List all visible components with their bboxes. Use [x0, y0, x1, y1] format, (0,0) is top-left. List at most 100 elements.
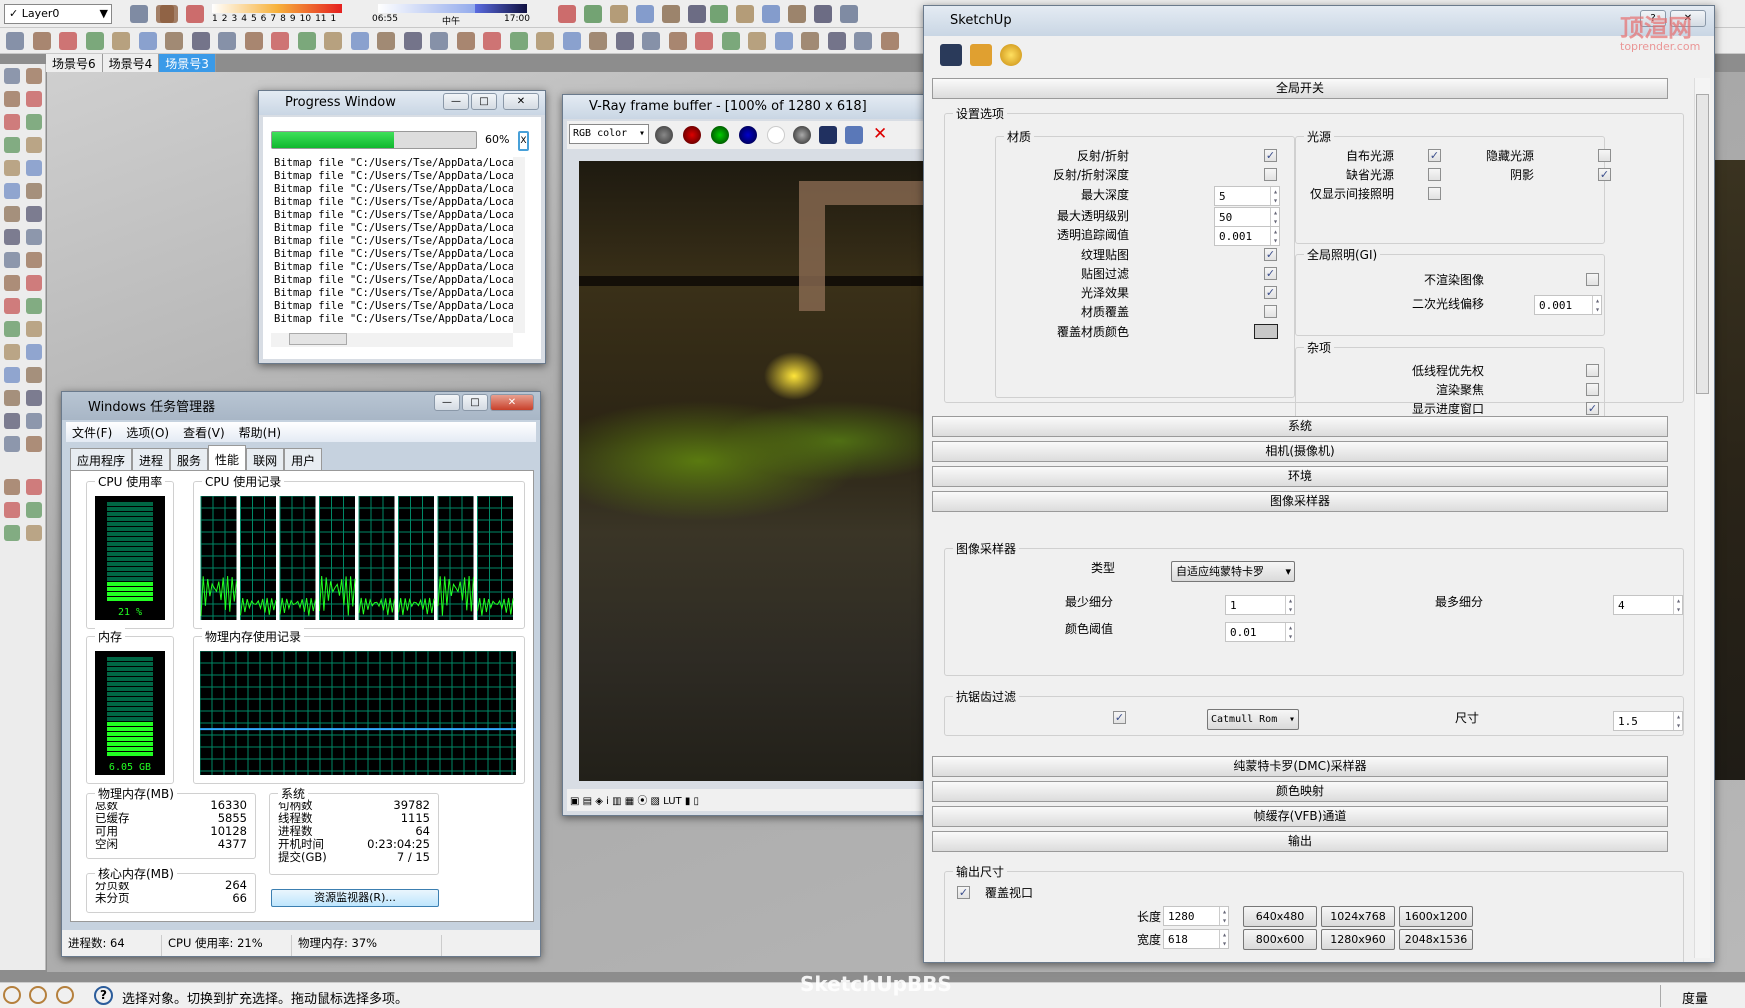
user-icon[interactable] — [56, 986, 74, 1004]
drawing-tool-icon[interactable] — [4, 229, 20, 245]
toolbar-tool-icon[interactable] — [721, 32, 740, 50]
toolbar-tool-icon[interactable] — [827, 32, 846, 50]
red-channel-icon[interactable] — [683, 126, 701, 144]
drawing-tool-icon[interactable] — [26, 298, 42, 314]
resource-monitor-button[interactable]: 资源监视器(R)... — [271, 889, 439, 907]
tab-2[interactable]: 服务 — [170, 448, 209, 470]
toolbar-tool-icon[interactable] — [748, 32, 766, 50]
drawing-tool-icon[interactable] — [4, 479, 20, 495]
drawing-tool-icon[interactable] — [4, 390, 20, 406]
aa-filter-select[interactable]: Catmull Rom ▾ — [1207, 709, 1299, 730]
drawing-tool-icon[interactable] — [4, 413, 20, 429]
rendered-image[interactable] — [579, 161, 943, 781]
maximize-button[interactable]: □ — [462, 394, 488, 411]
channel-select[interactable]: RGB color ▾ — [569, 124, 649, 144]
menu-item[interactable]: 文件(F) — [72, 424, 112, 440]
menu-item[interactable]: 帮助(H) — [239, 424, 281, 440]
open-settings-icon[interactable] — [970, 44, 992, 66]
material-option-checkbox[interactable] — [1264, 305, 1277, 319]
width-input[interactable]: 1280 — [1163, 906, 1229, 926]
toolbar-tool-icon[interactable] — [854, 32, 872, 50]
light-option-checkbox[interactable]: ✓ — [1598, 168, 1611, 181]
toolbar-tool-icon[interactable] — [85, 32, 104, 50]
green-channel-icon[interactable] — [711, 126, 729, 144]
section-header[interactable]: 输出 — [932, 831, 1668, 852]
blue-channel-icon[interactable] — [739, 126, 757, 144]
toolbar-tool-icon[interactable] — [695, 32, 713, 50]
material-option-input[interactable]: 0.001 — [1214, 226, 1280, 247]
close-button[interactable]: ✕ — [490, 394, 534, 411]
resolution-preset-button[interactable]: 800x600 — [1243, 929, 1317, 950]
drawing-tool-icon[interactable] — [4, 252, 20, 268]
scene-tab[interactable]: 场景号4 — [103, 54, 160, 72]
override-color-swatch[interactable] — [1254, 323, 1278, 339]
material-option-checkbox[interactable]: ✓ — [1264, 286, 1277, 300]
drawing-tool-icon[interactable] — [26, 525, 42, 541]
drawing-tool-icon[interactable] — [26, 229, 42, 245]
aa-filter-checkbox[interactable]: ✓ — [1113, 711, 1126, 724]
drawing-tool-icon[interactable] — [4, 344, 20, 360]
drawing-tool-icon[interactable] — [4, 525, 20, 541]
material-option-checkbox[interactable]: ✓ — [1264, 247, 1277, 261]
toolbar-tool-icon[interactable] — [642, 32, 660, 50]
toolbar-tool-icon[interactable] — [160, 5, 178, 23]
toolbar-tool-icon[interactable] — [788, 5, 806, 23]
toolbar-tool-icon[interactable] — [636, 5, 654, 23]
toolbar-tool-icon[interactable] — [244, 32, 263, 50]
drawing-tool-icon[interactable] — [26, 183, 42, 199]
toolbar-tool-icon[interactable] — [736, 5, 754, 23]
section-header[interactable]: 帧缓存(VFB)通道 — [932, 806, 1668, 827]
drawing-tool-icon[interactable] — [26, 502, 42, 518]
drawing-tool-icon[interactable] — [4, 160, 20, 176]
geo-location-icon[interactable] — [3, 986, 21, 1004]
minimize-button[interactable]: — — [434, 394, 460, 411]
drawing-tool-icon[interactable] — [26, 436, 42, 452]
light-option-checkbox[interactable] — [1428, 187, 1441, 200]
section-header[interactable]: 图像采样器 — [932, 491, 1668, 512]
toolbar-tool-icon[interactable] — [130, 5, 148, 23]
tab-4[interactable]: 联网 — [246, 448, 285, 470]
section-header[interactable]: 相机(摄像机) — [932, 441, 1668, 462]
tab-0[interactable]: 应用程序 — [70, 448, 133, 470]
close-button[interactable]: ✕ — [503, 93, 539, 110]
drawing-tool-icon[interactable] — [4, 321, 20, 337]
toolbar-tool-icon[interactable] — [668, 32, 687, 50]
toolbar-tool-icon[interactable] — [662, 5, 680, 23]
drawing-tool-icon[interactable] — [26, 137, 42, 153]
toolbar-tool-icon[interactable] — [59, 32, 77, 50]
toolbar-tool-icon[interactable] — [191, 32, 210, 50]
drawing-tool-icon[interactable] — [26, 206, 42, 222]
drawing-tool-icon[interactable] — [26, 367, 42, 383]
menu-item[interactable]: 选项(O) — [126, 424, 169, 440]
save-settings-icon[interactable] — [940, 44, 962, 66]
section-header[interactable]: 系统 — [932, 416, 1668, 437]
toolbar-tool-icon[interactable] — [271, 32, 289, 50]
toolbar-tool-icon[interactable] — [403, 32, 422, 50]
toolbar-tool-icon[interactable] — [615, 32, 634, 50]
height-input[interactable]: 618 — [1163, 929, 1229, 949]
drawing-tool-icon[interactable] — [4, 137, 20, 153]
section-header[interactable]: 环境 — [932, 466, 1668, 487]
material-option-checkbox[interactable]: ✓ — [1264, 149, 1277, 162]
misc-option-checkbox[interactable] — [1586, 364, 1599, 377]
secondary-bias-input[interactable]: 0.001 — [1534, 295, 1602, 315]
toolbar-tool-icon[interactable] — [377, 32, 395, 50]
toolbar-tool-icon[interactable] — [6, 32, 24, 50]
tab-5[interactable]: 用户 — [284, 448, 323, 470]
section-header[interactable]: 颜色映射 — [932, 781, 1668, 802]
resolution-preset-button[interactable]: 2048x1536 — [1399, 929, 1473, 950]
toolbar-tool-icon[interactable] — [562, 32, 581, 50]
maximize-button[interactable]: □ — [471, 93, 497, 110]
misc-option-checkbox[interactable] — [1586, 383, 1599, 396]
resolution-preset-button[interactable]: 1600x1200 — [1399, 906, 1473, 927]
help-icon[interactable]: ? — [94, 986, 113, 1005]
minimize-button[interactable]: — — [443, 93, 469, 110]
toolbar-tool-icon[interactable] — [350, 32, 369, 50]
light-option-checkbox[interactable] — [1428, 168, 1441, 181]
toolbar-tool-icon[interactable] — [112, 32, 130, 50]
drawing-tool-icon[interactable] — [26, 344, 42, 360]
resolution-preset-button[interactable]: 1024x768 — [1321, 906, 1395, 927]
drawing-tool-icon[interactable] — [4, 114, 20, 130]
log-horizontal-scrollbar[interactable] — [271, 333, 513, 347]
sampler-type-select[interactable]: 自适应纯蒙特卡罗 ▾ — [1171, 561, 1295, 582]
